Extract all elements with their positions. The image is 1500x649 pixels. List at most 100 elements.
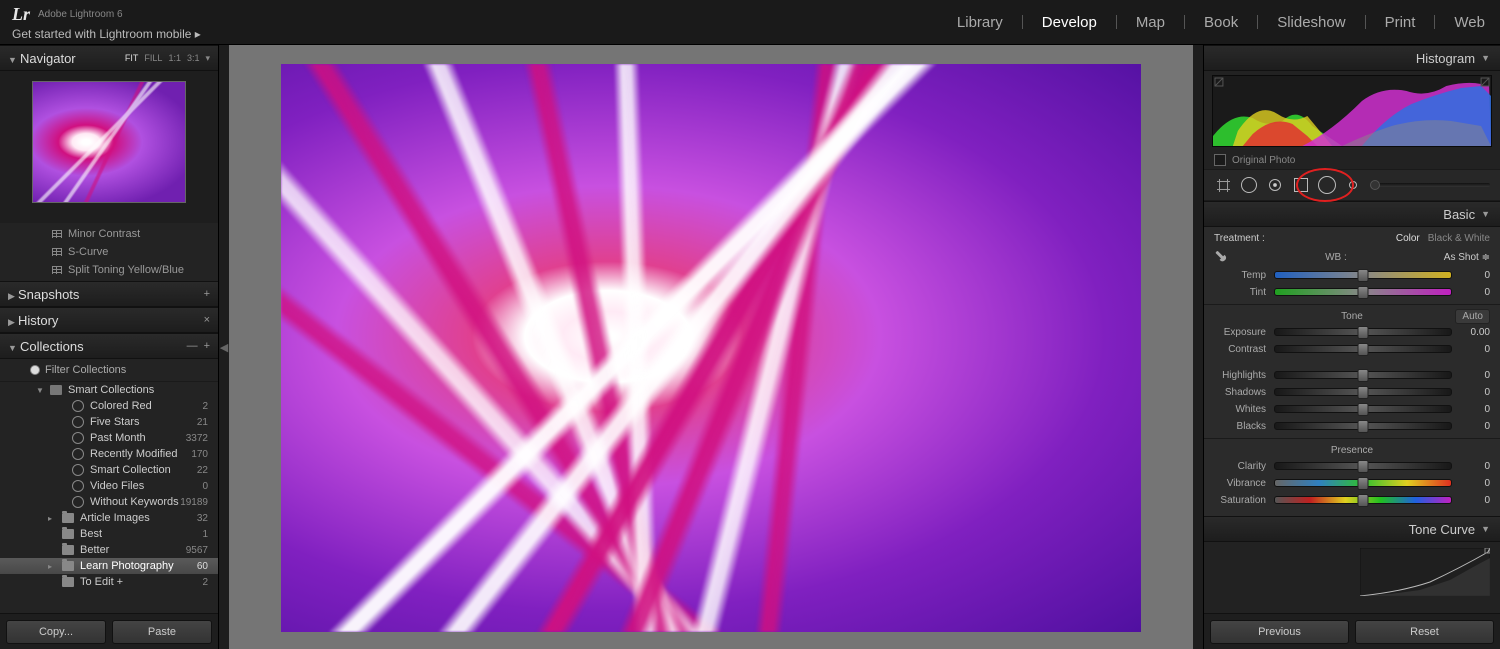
- contrast-slider[interactable]: [1274, 345, 1452, 353]
- shadows-value[interactable]: 0: [1460, 387, 1490, 398]
- redeye-tool-icon[interactable]: [1266, 176, 1284, 194]
- preset-item[interactable]: Split Toning Yellow/Blue: [0, 261, 218, 279]
- graduated-filter-tool-icon[interactable]: [1292, 176, 1310, 194]
- collection-item[interactable]: To Edit +2: [0, 574, 218, 590]
- collections-header[interactable]: ▼ Collections — +: [0, 333, 218, 359]
- module-map[interactable]: Map: [1133, 12, 1168, 33]
- collection-count: 32: [197, 513, 208, 524]
- add-collection-icon[interactable]: +: [204, 340, 210, 352]
- tool-size-slider[interactable]: [1370, 183, 1490, 187]
- white-balance-dropper-icon[interactable]: [1211, 247, 1231, 267]
- blacks-slider[interactable]: [1274, 422, 1452, 430]
- reset-button[interactable]: Reset: [1355, 620, 1494, 644]
- zoom-menu-icon[interactable]: ▾: [205, 53, 210, 64]
- whites-slider[interactable]: [1274, 405, 1452, 413]
- original-photo-checkbox[interactable]: [1214, 154, 1226, 166]
- previous-button[interactable]: Previous: [1210, 620, 1349, 644]
- navigator-title: Navigator: [20, 51, 76, 66]
- collection-item[interactable]: Five Stars21: [0, 414, 218, 430]
- wb-preset-select[interactable]: As Shot ≑: [1444, 252, 1490, 263]
- treatment-bw[interactable]: Black & White: [1428, 233, 1490, 244]
- folder-icon: [62, 561, 74, 571]
- triangle-down-icon: ▼: [1481, 209, 1490, 219]
- folder-icon: [62, 513, 74, 523]
- adjustment-brush-tool-icon[interactable]: [1344, 176, 1362, 194]
- blacks-value[interactable]: 0: [1460, 421, 1490, 432]
- triangle-down-icon: ▼: [8, 343, 17, 353]
- module-web[interactable]: Web: [1451, 12, 1488, 33]
- lightroom-mobile-link[interactable]: Get started with Lightroom mobile ▸: [12, 27, 201, 41]
- history-header[interactable]: ▶ History ×: [0, 307, 218, 333]
- smart-collection-icon: [72, 432, 84, 444]
- highlights-value[interactable]: 0: [1460, 370, 1490, 381]
- histogram-header[interactable]: Histogram ▼: [1204, 45, 1500, 71]
- vibrance-value[interactable]: 0: [1460, 478, 1490, 489]
- whites-value[interactable]: 0: [1460, 404, 1490, 415]
- module-slideshow[interactable]: Slideshow: [1274, 12, 1348, 33]
- preset-item[interactable]: Minor Contrast: [0, 225, 218, 243]
- temp-slider[interactable]: [1274, 271, 1452, 279]
- snapshots-header[interactable]: ▶ Snapshots +: [0, 281, 218, 307]
- radial-filter-tool-icon[interactable]: [1318, 176, 1336, 194]
- collection-item[interactable]: Past Month3372: [0, 430, 218, 446]
- collection-item[interactable]: Recently Modified170: [0, 446, 218, 462]
- saturation-value[interactable]: 0: [1460, 495, 1490, 506]
- smart-collections-folder[interactable]: ▼Smart Collections: [0, 382, 218, 398]
- collection-item[interactable]: Best1: [0, 526, 218, 542]
- paste-button[interactable]: Paste: [112, 620, 212, 644]
- zoom-1-1[interactable]: 1:1: [168, 53, 181, 64]
- exposure-value[interactable]: 0.00: [1460, 327, 1490, 338]
- clarity-value[interactable]: 0: [1460, 461, 1490, 472]
- collections-title: Collections: [20, 339, 84, 354]
- app-logo: Lr: [12, 4, 30, 25]
- crop-tool-icon[interactable]: [1214, 176, 1232, 194]
- vibrance-label: Vibrance: [1214, 478, 1266, 489]
- tone-curve-header[interactable]: Tone Curve ▼: [1204, 516, 1500, 542]
- saturation-slider[interactable]: [1274, 496, 1452, 504]
- module-develop[interactable]: Develop: [1039, 12, 1100, 33]
- navigator-header[interactable]: ▼ Navigator FIT FILL 1:1 3:1 ▾: [0, 45, 218, 71]
- histogram-display[interactable]: [1212, 75, 1492, 147]
- main-image-preview[interactable]: [281, 64, 1141, 632]
- collection-item[interactable]: Better9567: [0, 542, 218, 558]
- collection-item[interactable]: Smart Collection22: [0, 462, 218, 478]
- zoom-fit[interactable]: FIT: [125, 53, 139, 64]
- collection-item[interactable]: Colored Red2: [0, 398, 218, 414]
- highlights-slider[interactable]: [1274, 371, 1452, 379]
- clear-history-icon[interactable]: ×: [204, 314, 210, 326]
- temp-value[interactable]: 0: [1460, 270, 1490, 281]
- vibrance-slider[interactable]: [1274, 479, 1452, 487]
- collection-item[interactable]: Without Keywords19189: [0, 494, 218, 510]
- tone-curve-display[interactable]: [1214, 548, 1490, 596]
- exposure-slider[interactable]: [1274, 328, 1452, 336]
- treatment-color[interactable]: Color: [1396, 233, 1420, 244]
- basic-panel-header[interactable]: Basic ▼: [1204, 201, 1500, 227]
- module-print[interactable]: Print: [1382, 12, 1419, 33]
- clarity-slider[interactable]: [1274, 462, 1452, 470]
- zoom-fill[interactable]: FILL: [144, 53, 162, 64]
- module-library[interactable]: Library: [954, 12, 1006, 33]
- module-book[interactable]: Book: [1201, 12, 1241, 33]
- collection-count: 19189: [180, 497, 208, 508]
- spot-removal-tool-icon[interactable]: [1240, 176, 1258, 194]
- copy-button[interactable]: Copy...: [6, 620, 106, 644]
- add-snapshot-icon[interactable]: +: [204, 288, 210, 300]
- collection-item-selected[interactable]: ▸Learn Photography60: [0, 558, 218, 574]
- filter-collections[interactable]: Filter Collections: [0, 359, 218, 382]
- left-panel-toggle[interactable]: ◀: [219, 45, 229, 649]
- collection-label: To Edit +: [80, 576, 123, 588]
- auto-tone-button[interactable]: Auto: [1455, 309, 1490, 324]
- collection-item[interactable]: Video Files0: [0, 478, 218, 494]
- contrast-value[interactable]: 0: [1460, 344, 1490, 355]
- shadows-slider[interactable]: [1274, 388, 1452, 396]
- collapse-icon[interactable]: —: [187, 340, 198, 352]
- collection-item[interactable]: ▸Article Images32: [0, 510, 218, 526]
- tint-slider[interactable]: [1274, 288, 1452, 296]
- tint-value[interactable]: 0: [1460, 287, 1490, 298]
- right-panel-toggle[interactable]: [1193, 45, 1203, 649]
- preset-item[interactable]: S-Curve: [0, 243, 218, 261]
- collection-label: Five Stars: [90, 416, 140, 428]
- filter-label: Filter Collections: [45, 364, 126, 376]
- zoom-3-1[interactable]: 3:1: [187, 53, 200, 64]
- navigator-thumbnail[interactable]: [32, 81, 186, 203]
